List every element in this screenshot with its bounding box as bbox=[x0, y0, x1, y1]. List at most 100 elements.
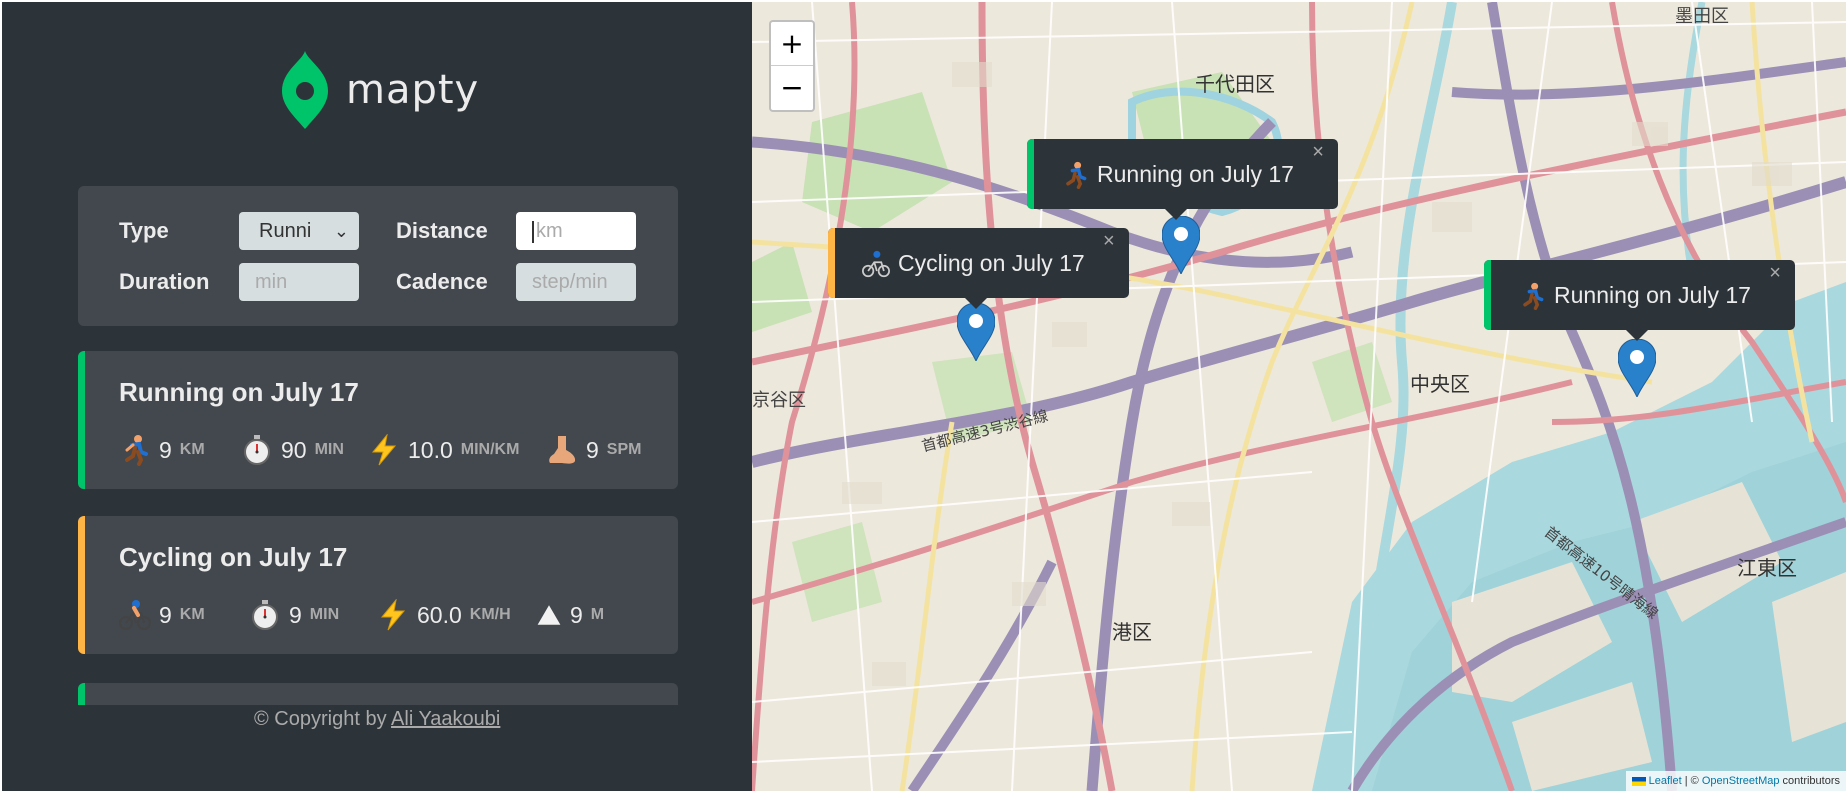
popup-tip bbox=[1625, 329, 1649, 341]
map-attribution: Leaflet | © OpenStreetMap contributors bbox=[1625, 771, 1846, 791]
workout-title: Running on July 17 bbox=[119, 377, 359, 407]
workout-stat-distance: 9 KM bbox=[119, 431, 205, 469]
map-popup-cycling[interactable]: Cycling on July 17 × bbox=[828, 228, 1129, 309]
stat-value: 9 bbox=[289, 601, 302, 628]
workout-title: Cycling on July 17 bbox=[119, 542, 348, 572]
type-select-value: Runni bbox=[259, 220, 312, 242]
map-marker-icon[interactable] bbox=[1162, 216, 1200, 274]
attribution-separator: | © bbox=[1681, 775, 1702, 787]
logo: mapty bbox=[282, 50, 479, 130]
workout-stat-elevation: 9 M bbox=[536, 596, 604, 634]
stopwatch-icon bbox=[244, 435, 270, 465]
stat-unit: MIN/KM bbox=[460, 441, 520, 458]
stat-value: 9 bbox=[159, 601, 172, 628]
running-icon bbox=[1523, 282, 1544, 310]
map-label: 千代田区 bbox=[1195, 72, 1275, 96]
popup-tip bbox=[1164, 208, 1188, 220]
map-label: 中央区 bbox=[1410, 372, 1470, 396]
type-select[interactable]: Runni ⌄ bbox=[239, 212, 359, 250]
stat-unit: SPM bbox=[606, 441, 642, 458]
text-caret bbox=[532, 220, 534, 243]
stat-value: 9 bbox=[586, 436, 599, 463]
lightning-icon bbox=[371, 434, 397, 466]
map-popup-running[interactable]: Running on July 17 × bbox=[1027, 139, 1338, 220]
cadence-placeholder: step/min bbox=[532, 271, 608, 293]
popup-color-bar bbox=[828, 228, 835, 298]
zoom-in-button[interactable]: + bbox=[771, 22, 813, 66]
cycling-icon bbox=[862, 250, 890, 278]
distance-input[interactable]: km bbox=[516, 212, 636, 250]
cadence-label: Cadence bbox=[396, 269, 488, 294]
workout-form: Type Runni ⌄ Distance km Duration min Ca… bbox=[78, 186, 678, 326]
map-label: 港区 bbox=[1112, 620, 1152, 644]
workout-card-partial[interactable] bbox=[78, 683, 678, 705]
map[interactable]: 千代田区 中央区 港区 江東区 京谷区 墨田区 首都高速3号渋谷線 首都高速10… bbox=[752, 2, 1846, 791]
popup-title: Running on July 17 bbox=[1097, 161, 1294, 187]
author-link[interactable]: Ali Yaakoubi bbox=[391, 708, 500, 730]
popup-color-bar bbox=[1484, 260, 1491, 330]
stat-value: 90 bbox=[281, 436, 307, 463]
map-label: 京谷区 bbox=[752, 390, 806, 411]
running-icon bbox=[125, 435, 148, 466]
zoom-control: + − bbox=[769, 20, 815, 112]
map-marker-icon[interactable] bbox=[957, 303, 995, 361]
workout-color-bar bbox=[78, 351, 85, 489]
copyright: © Copyright by Ali Yaakoubi bbox=[254, 708, 500, 731]
popup-tip bbox=[964, 297, 988, 309]
workout-stat-speed: 60.0 KM/H bbox=[377, 596, 511, 634]
attribution-suffix: contributors bbox=[1779, 775, 1840, 787]
lightning-icon bbox=[380, 599, 406, 631]
close-icon[interactable]: × bbox=[1103, 206, 1115, 276]
distance-label: Distance bbox=[396, 218, 488, 243]
workout-stat-cadence: 9 SPM bbox=[546, 431, 641, 469]
map-label: 江東区 bbox=[1737, 556, 1797, 580]
distance-placeholder: km bbox=[536, 220, 563, 242]
workout-stat-duration: 90 MIN bbox=[241, 431, 344, 469]
duration-input[interactable]: min bbox=[239, 263, 359, 301]
copyright-text: © Copyright by bbox=[254, 708, 387, 730]
logo-text: mapty bbox=[346, 67, 480, 113]
stat-unit: MIN bbox=[309, 606, 340, 623]
close-icon[interactable]: × bbox=[1769, 238, 1781, 308]
osm-link[interactable]: OpenStreetMap bbox=[1702, 775, 1780, 787]
workout-stat-pace: 10.0 MIN/KM bbox=[368, 431, 519, 469]
close-icon[interactable]: × bbox=[1312, 117, 1324, 187]
leaflet-link[interactable]: Leaflet bbox=[1649, 775, 1682, 787]
map-marker-icon[interactable] bbox=[1618, 339, 1656, 397]
stat-value: 60.0 bbox=[417, 601, 462, 628]
mountain-icon bbox=[537, 605, 561, 625]
zoom-out-button[interactable]: − bbox=[771, 66, 813, 110]
cycling-icon bbox=[119, 600, 151, 630]
stat-unit: MIN bbox=[314, 441, 344, 458]
workout-color-bar bbox=[78, 516, 85, 654]
stat-unit: KM bbox=[179, 606, 205, 623]
popup-title: Running on July 17 bbox=[1554, 282, 1751, 308]
map-label: 墨田区 bbox=[1675, 6, 1729, 27]
stat-value: 9 bbox=[159, 436, 172, 463]
foot-icon bbox=[549, 436, 576, 464]
stat-unit: M bbox=[590, 606, 605, 623]
map-tiles bbox=[752, 2, 1846, 791]
map-pin-logo-icon bbox=[282, 51, 328, 129]
workout-card-running[interactable]: Running on July 17 9 KM 90 MIN 10.0 MIN/… bbox=[78, 351, 678, 489]
type-label: Type bbox=[119, 218, 169, 243]
running-icon bbox=[1066, 161, 1087, 189]
map-popup-running-2[interactable]: Running on July 17 × bbox=[1484, 260, 1795, 341]
duration-placeholder: min bbox=[255, 271, 288, 293]
stopwatch-icon bbox=[252, 600, 278, 630]
chevron-down-icon: ⌄ bbox=[333, 221, 349, 241]
stat-unit: KM/H bbox=[469, 606, 511, 623]
workout-stat-distance: 9 KM bbox=[119, 596, 205, 634]
cadence-input[interactable]: step/min bbox=[516, 263, 636, 301]
stat-value: 9 bbox=[570, 601, 583, 628]
duration-label: Duration bbox=[119, 269, 210, 294]
workout-stat-duration: 9 MIN bbox=[249, 596, 339, 634]
popup-title: Cycling on July 17 bbox=[898, 250, 1085, 276]
stat-unit: KM bbox=[179, 441, 205, 458]
ukraine-flag-icon bbox=[1631, 776, 1646, 786]
workout-color-bar bbox=[78, 683, 85, 705]
sidebar: mapty Type Runni ⌄ Distance km Duration … bbox=[2, 2, 752, 791]
workout-card-cycling[interactable]: Cycling on July 17 9 KM 9 MIN 60.0 KM/H … bbox=[78, 516, 678, 654]
stat-value: 10.0 bbox=[408, 436, 453, 463]
popup-color-bar bbox=[1027, 139, 1034, 209]
